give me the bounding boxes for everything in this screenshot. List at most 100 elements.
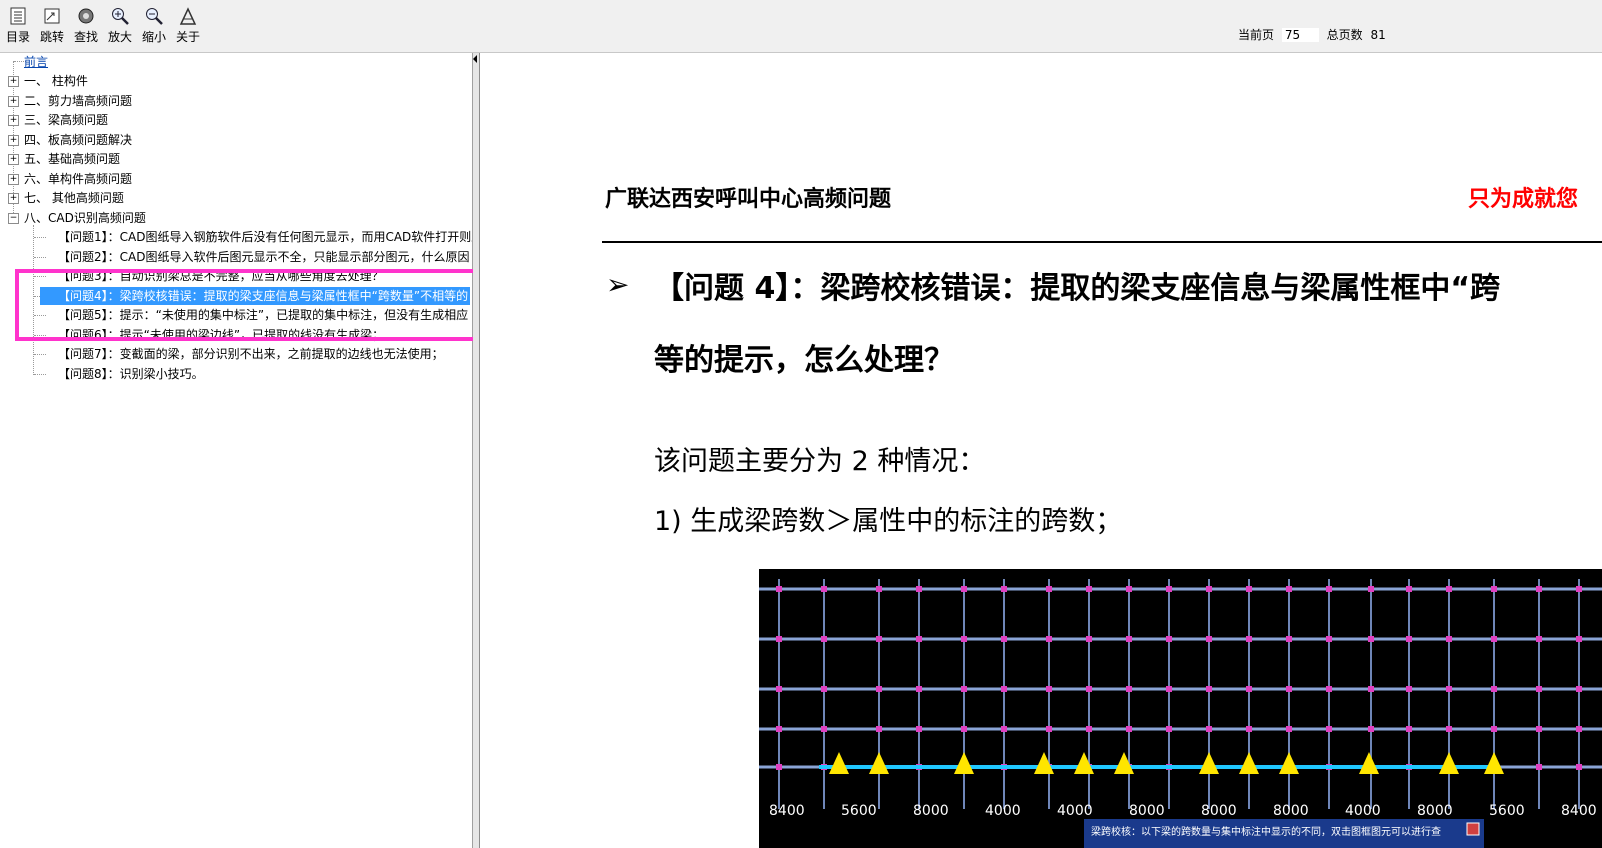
about-button[interactable]: 关于 [172,6,204,48]
cad-column-node [1406,726,1412,732]
cad-column-node [1246,636,1252,642]
tree-item-preface[interactable]: 前言 [24,53,48,71]
tree-chapter-6[interactable]: 六、单构件高频问题 [24,170,132,188]
cad-column-node [1086,586,1092,592]
current-page-input[interactable]: 75 [1281,28,1319,42]
goto-button[interactable]: 跳转 [36,6,68,48]
expand-icon[interactable]: + [8,174,19,185]
cad-column-node [1206,636,1212,642]
cad-column-node [1166,726,1172,732]
cad-column-node [1086,726,1092,732]
goto-icon [44,8,60,24]
tree-item-q4-selected[interactable]: 【问题4】：梁跨校核错误：提取的梁支座信息与梁属性框中“跨数量”不相等的 [40,287,470,305]
expand-icon[interactable]: + [8,96,19,107]
cad-column-node [1446,686,1452,692]
cad-column-node [1491,636,1497,642]
expand-icon[interactable]: + [8,135,19,146]
tree-connector [34,276,46,277]
expand-icon[interactable]: + [8,115,19,126]
cad-dimension-label: 8400 [1561,803,1597,819]
expand-icon[interactable]: + [8,154,19,165]
cad-column-node [1368,686,1374,692]
tree-item-q1[interactable]: 【问题1】：CAD图纸导入钢筋软件后没有任何图元显示，而用CAD软件打开则显 [58,228,472,246]
collapse-icon[interactable]: − [8,213,19,224]
tree-chapter-8[interactable]: 八、CAD识别高频问题 [24,209,146,227]
cad-dimension-label: 8000 [1129,803,1165,819]
cad-column-node [1536,764,1542,770]
tree-connector [34,374,46,375]
expand-icon[interactable]: + [8,193,19,204]
cad-column-node [1326,636,1332,642]
paragraph-intro: 该问题主要分为 2 种情况： [654,446,986,477]
tree-item-q7[interactable]: 【问题7】：变截面的梁，部分识别不出来，之前提取的边线也无法使用； [58,345,444,363]
cad-column-node [1446,726,1452,732]
cad-dimension-label: 8000 [1273,803,1309,819]
zoom-in-button[interactable]: 放大 [104,6,136,48]
tree-chapter-2[interactable]: 二、剪力墙高频问题 [24,92,132,110]
cad-column-node [776,586,782,592]
cad-column-node [821,726,827,732]
tree-item-q6[interactable]: 【问题6】：提示“未使用的梁边线”，已提取的线没有生成梁； [58,326,384,344]
cad-column-node [821,636,827,642]
catalog-button[interactable]: 目录 [2,6,34,48]
doc-header-title: 广联达西安呼叫中心高频问题 [605,187,892,212]
cad-column-node [1406,636,1412,642]
cad-column-node [776,764,782,770]
doc-header-slogan: 只为成就您 [1468,187,1579,212]
zoom-out-button[interactable]: 缩小 [138,6,170,48]
cad-column-node [961,726,967,732]
expand-icon[interactable]: + [8,76,19,87]
cad-column-node [1246,726,1252,732]
cad-column-node [1576,764,1582,770]
cad-column-node [1246,586,1252,592]
cad-column-node [916,726,922,732]
paragraph-case-1: 1) 生成梁跨数＞属性中的标注的跨数； [654,506,1123,537]
cad-column-node [1166,586,1172,592]
tree-chapter-3[interactable]: 三、梁高频问题 [24,111,108,129]
cad-column-node [1286,726,1292,732]
cad-column-node [1368,726,1374,732]
cad-column-node [1368,586,1374,592]
cad-dialog-close-icon [1466,822,1480,836]
question-title-cont: 等的提示，怎么处理？ [654,343,954,378]
cad-column-node [821,686,827,692]
find-button[interactable]: 查找 [70,6,102,48]
cad-column-node [1286,636,1292,642]
cad-column-node [961,686,967,692]
tree-item-q3[interactable]: 【问题3】：自动识别梁总是不完整，应当从哪些角度去处理？ [58,267,384,285]
cad-column-node [1491,586,1497,592]
cad-column-node [1001,686,1007,692]
cad-column-node [1446,636,1452,642]
cad-column-node [1166,686,1172,692]
tree-item-q8[interactable]: 【问题8】：识别梁小技巧。 [58,365,204,383]
cad-dimension-label: 4000 [1345,803,1381,819]
cad-drawing: 8400 5600 8000 4000 4000 8000 8000 8000 4000 8000… [759,569,1602,848]
catalog-icon [10,7,26,25]
cad-dimension-label: 8400 [769,803,805,819]
cad-column-node [1536,726,1542,732]
cad-column-node [1326,726,1332,732]
cad-column-node [1206,726,1212,732]
tree-chapter-4[interactable]: 四、板高频问题解决 [24,131,132,149]
about-icon [179,7,197,25]
toc-tree: 前言 + 一、 柱构件 + 二、剪力墙高频问题 + 三、梁高频问题 + 四、板高… [0,53,473,848]
cad-column-node [1046,726,1052,732]
catalog-label: 目录 [5,30,30,44]
cad-column-node [1126,636,1132,642]
zoom-out-icon [146,8,163,25]
cad-column-node [1001,586,1007,592]
tree-chapter-5[interactable]: 五、基础高频问题 [24,150,120,168]
cad-column-node [776,726,782,732]
find-label: 查找 [73,30,98,44]
cad-screenshot-image: 8400 5600 8000 4000 4000 8000 8000 8000 4000 8000… [759,569,1602,848]
collapse-arrow-icon[interactable] [473,55,477,63]
cad-column-node [1086,686,1092,692]
tree-item-q5[interactable]: 【问题5】：提示：“未使用的集中标注”，已提取的集中标注，但没有生成相应 [58,306,468,324]
cad-column-node [1446,586,1452,592]
tree-connector [34,237,46,238]
tree-chapter-7[interactable]: 七、 其他高频问题 [24,189,124,207]
cad-column-node [1368,636,1374,642]
tree-item-q2[interactable]: 【问题2】：CAD图纸导入软件后图元显示不全，只能显示部分图元，什么原因 [58,248,469,266]
tree-guide-line [33,225,34,375]
tree-chapter-1[interactable]: 一、 柱构件 [24,72,88,90]
